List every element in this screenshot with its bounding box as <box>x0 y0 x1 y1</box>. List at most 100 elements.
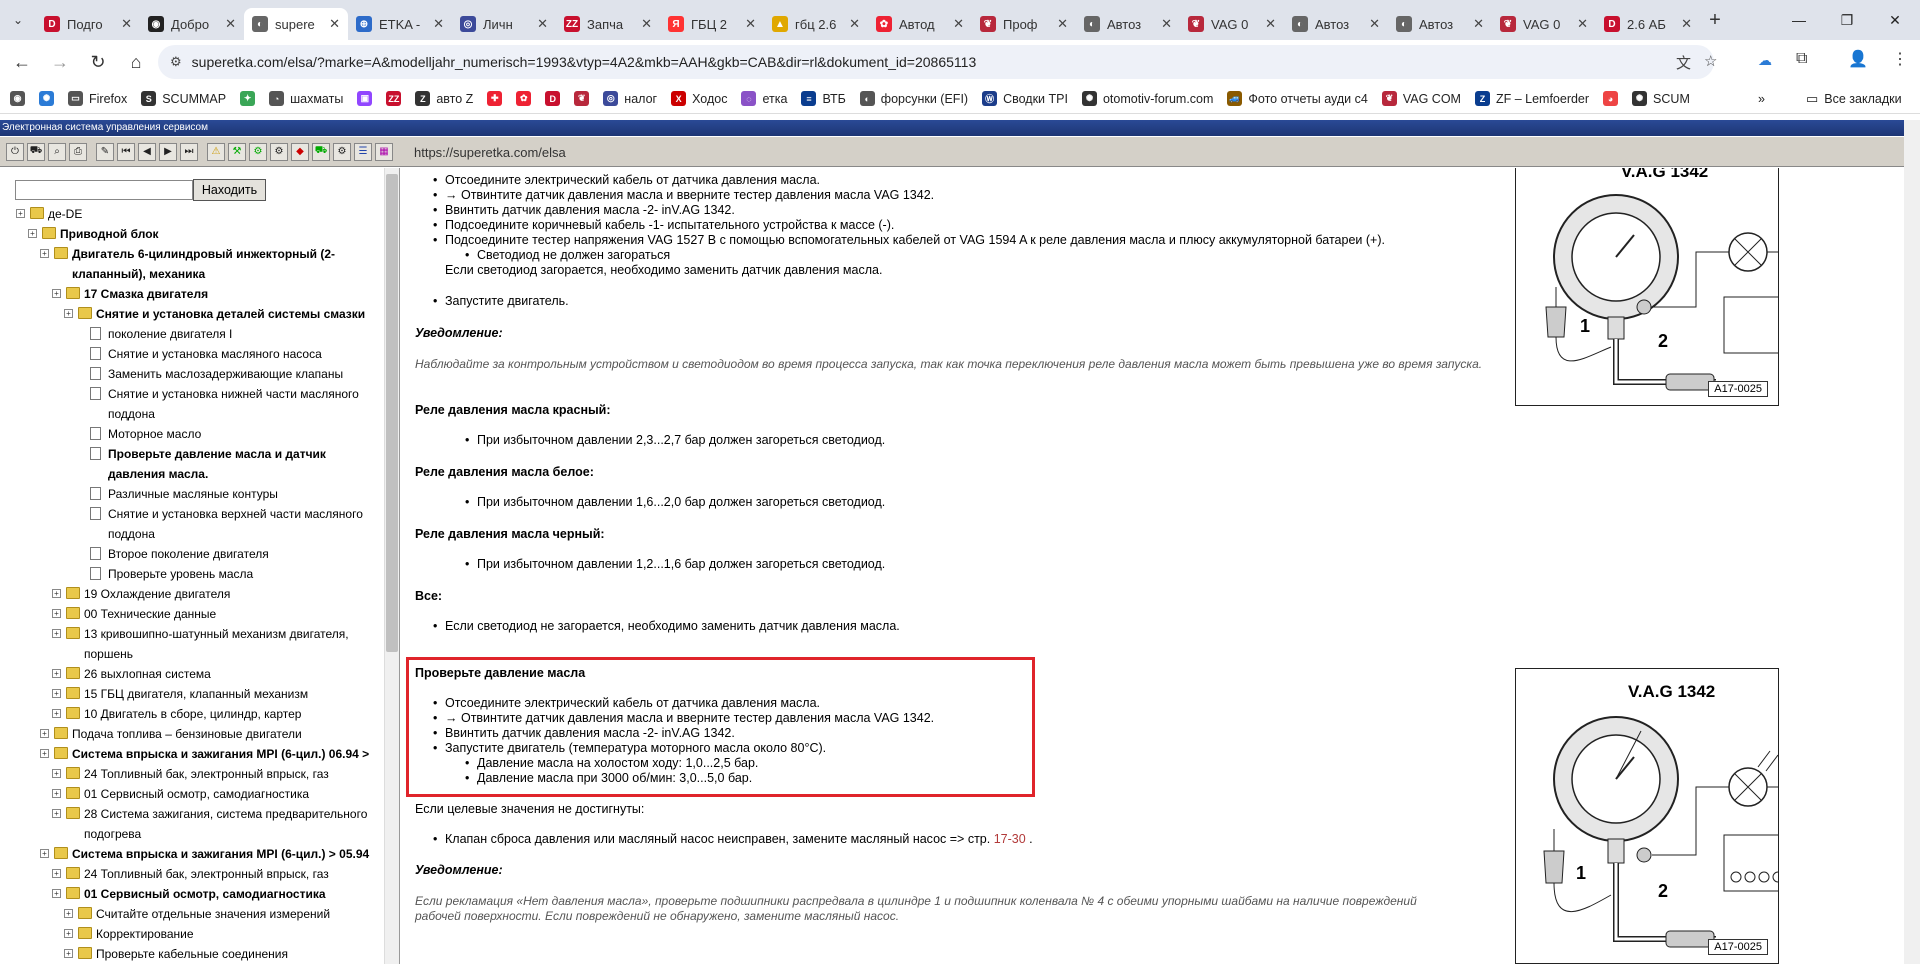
tree-search-input[interactable] <box>15 180 193 200</box>
tree-node[interactable]: +00 Технические данные <box>0 604 384 624</box>
home-button[interactable]: ⌂ <box>120 46 152 78</box>
browser-tab[interactable]: Я ГБЦ 2 ✕ <box>660 8 764 40</box>
tree-node[interactable]: + де-DE <box>0 204 384 224</box>
bookmark-item[interactable]: ✺ <box>39 91 54 106</box>
tree-node[interactable]: +24 Топливный бак, электронный впрыск, г… <box>0 864 384 884</box>
expand-toggle-icon[interactable]: + <box>52 589 61 598</box>
browser-tab[interactable]: D 2.6 АБ ✕ <box>1596 8 1700 40</box>
browser-tab[interactable]: ❦ VAG 0 ✕ <box>1180 8 1284 40</box>
close-tab-icon[interactable]: ✕ <box>849 16 860 32</box>
exit-icon[interactable]: ⏻ <box>6 142 24 161</box>
tree-node[interactable]: +10 Двигатель в сборе, цилиндр, картер <box>0 704 384 724</box>
expand-toggle-icon[interactable]: + <box>64 929 73 938</box>
expand-toggle-icon[interactable]: + <box>52 869 61 878</box>
tree-node[interactable]: Снятие и установка масляного насоса <box>0 344 384 364</box>
expand-toggle-icon[interactable]: + <box>40 849 49 858</box>
browser-tab[interactable]: ◐ Автоз ✕ <box>1076 8 1180 40</box>
expand-toggle-icon[interactable]: + <box>52 289 61 298</box>
bookmark-item[interactable]: ≡ ВТБ <box>801 91 846 106</box>
bookmark-item[interactable]: ▭ Firefox <box>68 91 127 106</box>
bookmark-item[interactable]: ZZ <box>386 91 402 106</box>
bookmark-item[interactable]: 🚙 Фото отчеты ауди с4 <box>1227 91 1368 106</box>
close-tab-icon[interactable]: ✕ <box>1369 16 1380 32</box>
browser-tab[interactable]: ◐ supere ✕ <box>244 8 348 40</box>
expand-toggle-icon[interactable]: + <box>64 309 73 318</box>
address-bar[interactable]: ⚙ superetka.com/elsa/?marke=A&modelljahr… <box>158 45 1717 79</box>
restore-button[interactable]: ❐ <box>1824 0 1870 40</box>
sidebar-scroll-thumb[interactable] <box>386 174 398 652</box>
close-tab-icon[interactable]: ✕ <box>433 16 444 32</box>
bookmark-star-icon[interactable]: ☆ <box>1704 52 1717 70</box>
wrench-icon[interactable]: ⚙ <box>270 142 288 161</box>
bookmark-item[interactable]: ◔ шахматы <box>269 91 343 106</box>
cloud-icon[interactable]: ☁ <box>1758 52 1772 69</box>
diagram-icon[interactable]: ◆ <box>291 142 309 161</box>
browser-tab[interactable]: ZZ Запча ✕ <box>556 8 660 40</box>
tree-node[interactable]: +19 Охлаждение двигателя <box>0 584 384 604</box>
expand-toggle-icon[interactable]: + <box>52 709 61 718</box>
last-page-icon[interactable]: ⏭ <box>180 142 198 161</box>
expand-toggle-icon[interactable]: + <box>28 229 37 238</box>
browser-tab[interactable]: ❦ VAG 0 ✕ <box>1492 8 1596 40</box>
vehicle-icon[interactable]: ⛟ <box>312 142 330 161</box>
tree-node[interactable]: +13 кривошипно-шатунный механизм двигате… <box>0 624 384 664</box>
expand-toggle-icon[interactable]: + <box>52 809 61 818</box>
expand-toggle-icon[interactable]: + <box>52 889 61 898</box>
browser-tab[interactable]: ◐ Автоз ✕ <box>1388 8 1492 40</box>
tree-node[interactable]: Моторное масло <box>0 424 384 444</box>
tree-node[interactable]: Снятие и установка верхней части масляно… <box>0 504 384 544</box>
tree-node[interactable]: поколение двигателя I <box>0 324 384 344</box>
browser-tab[interactable]: ▲ гбц 2.6 ✕ <box>764 8 868 40</box>
expand-toggle-icon[interactable]: + <box>16 209 25 218</box>
tree-node[interactable]: +24 Топливный бак, электронный впрыск, г… <box>0 764 384 784</box>
tree-node[interactable]: Проверьте давление масла и датчик давлен… <box>0 444 384 484</box>
tree-node[interactable]: + Считайте отдельные значения измерений <box>0 904 384 924</box>
edit-icon[interactable]: ✎ <box>96 142 114 161</box>
calendar-icon[interactable]: ▦ <box>375 142 393 161</box>
tree-node[interactable]: Заменить маслозадерживающие клапаны <box>0 364 384 384</box>
list-icon[interactable]: ☰ <box>354 142 372 161</box>
forward-button[interactable]: → <box>44 46 76 78</box>
browser-tab[interactable]: ◐ Автоз ✕ <box>1284 8 1388 40</box>
tree-node[interactable]: Различные масляные контуры <box>0 484 384 504</box>
expand-toggle-icon[interactable]: + <box>52 629 61 638</box>
expand-toggle-icon[interactable]: + <box>52 789 61 798</box>
bookmark-item[interactable]: ◕ <box>1603 91 1619 106</box>
tree-node[interactable]: +01 Сервисный осмотр, самодиагностика <box>0 884 384 904</box>
bookmark-item[interactable]: ◉ <box>10 91 25 106</box>
first-page-icon[interactable]: ⏮ <box>117 142 135 161</box>
bookmark-item[interactable]: ◎ налог <box>603 91 657 106</box>
close-tab-icon[interactable]: ✕ <box>953 16 964 32</box>
close-tab-icon[interactable]: ✕ <box>1577 16 1588 32</box>
bookmark-item[interactable]: ✺ otomotiv-forum.com <box>1081 91 1213 106</box>
tools-icon[interactable]: ⚒ <box>228 142 246 161</box>
prev-page-icon[interactable]: ◀ <box>138 142 156 161</box>
tree-node[interactable]: +26 выхлопная система <box>0 664 384 684</box>
search-icon[interactable]: ⌕ <box>48 142 66 161</box>
tree-node[interactable]: +17 Смазка двигателя <box>0 284 384 304</box>
menu-icon[interactable]: ⋮ <box>1892 49 1908 69</box>
print-icon[interactable]: ⎙ <box>69 142 87 161</box>
tree-node[interactable]: +01 Сервисный осмотр, самодиагностика <box>0 784 384 804</box>
back-button[interactable]: ← <box>6 46 38 78</box>
tree-node[interactable]: + Приводной блок <box>0 224 384 244</box>
close-window-button[interactable]: ✕ <box>1872 0 1918 40</box>
bookmark-item[interactable]: ❦ <box>574 91 590 106</box>
expand-toggle-icon[interactable]: + <box>52 769 61 778</box>
bookmark-item[interactable]: ▣ <box>357 91 373 106</box>
browser-tab[interactable]: ❦ Проф ✕ <box>972 8 1076 40</box>
page-scrollbar[interactable] <box>1904 120 1920 964</box>
close-tab-icon[interactable]: ✕ <box>641 16 652 32</box>
browser-tab[interactable]: ◉ Добро ✕ <box>140 8 244 40</box>
all-bookmarks-button[interactable]: ▭ Все закладки <box>1806 91 1902 107</box>
site-info-icon[interactable]: ⚙ <box>170 54 182 70</box>
bookmark-item[interactable]: Zавто Z <box>415 91 473 106</box>
expand-toggle-icon[interactable]: + <box>40 249 49 258</box>
close-tab-icon[interactable]: ✕ <box>1057 16 1068 32</box>
close-tab-icon[interactable]: ✕ <box>121 16 132 32</box>
bookmark-item[interactable]: ❦ VAG COM <box>1381 91 1461 106</box>
browser-tab[interactable]: ✿ Автод ✕ <box>868 8 972 40</box>
bookmark-item[interactable]: ✿ <box>516 91 532 106</box>
tree-node[interactable]: Второе поколение двигателя <box>0 544 384 564</box>
tree-node[interactable]: Снятие и установка нижней части масляног… <box>0 384 384 424</box>
